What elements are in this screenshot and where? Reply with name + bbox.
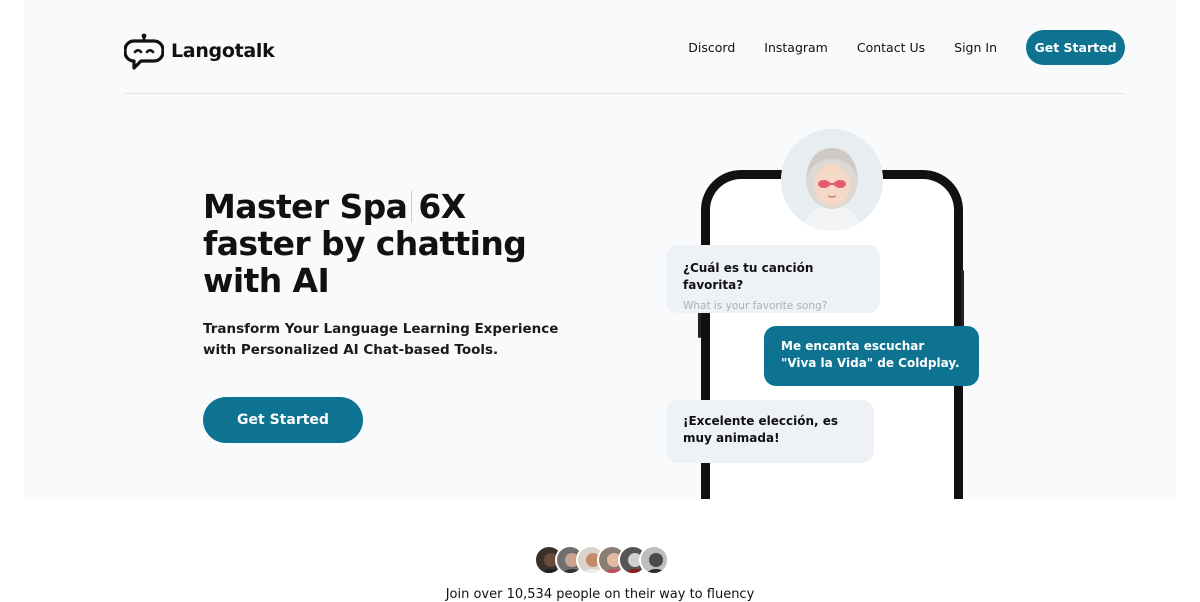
phone-power-button <box>961 270 964 334</box>
chat-bubble-user: Me encanta escuchar "Viva la Vida" de Co… <box>764 326 979 386</box>
hero-get-started-button[interactable]: Get Started <box>203 397 363 443</box>
chat-bubble-tutor: ¡Excelente elección, es muy animada! <box>666 400 874 463</box>
headline-typed-text: Master Spa <box>203 187 408 226</box>
user-avatar <box>639 545 669 575</box>
top-nav: Discord Instagram Contact Us Sign In Get… <box>688 30 1125 65</box>
typing-cursor <box>411 191 413 222</box>
nav-get-started-button[interactable]: Get Started <box>1026 30 1125 65</box>
site-header: Langotalk Discord Instagram Contact Us S… <box>124 0 1125 94</box>
tutor-avatar <box>781 129 883 231</box>
chat-message-text: ¿Cuál es tu canción favorita? <box>683 261 814 292</box>
nav-link-sign-in[interactable]: Sign In <box>954 40 997 55</box>
brand-name: Langotalk <box>171 40 275 62</box>
hero-subtitle: Transform Your Language Learning Experie… <box>203 321 559 358</box>
hero-section: Langotalk Discord Instagram Contact Us S… <box>24 0 1176 499</box>
nav-link-contact-us[interactable]: Contact Us <box>857 40 925 55</box>
chat-robot-logo-icon <box>124 32 164 70</box>
chat-bubble-tutor: ¿Cuál es tu canción favorita? What is yo… <box>666 245 880 313</box>
brand-logo[interactable]: Langotalk <box>124 31 275 71</box>
hero-headline: Master Spa 6X faster by chatting with AI <box>203 188 563 299</box>
chat-message-translation: What is your favorite song? <box>683 300 828 312</box>
nav-link-instagram[interactable]: Instagram <box>764 40 828 55</box>
social-proof <box>0 545 1200 577</box>
nav-link-discord[interactable]: Discord <box>688 40 735 55</box>
